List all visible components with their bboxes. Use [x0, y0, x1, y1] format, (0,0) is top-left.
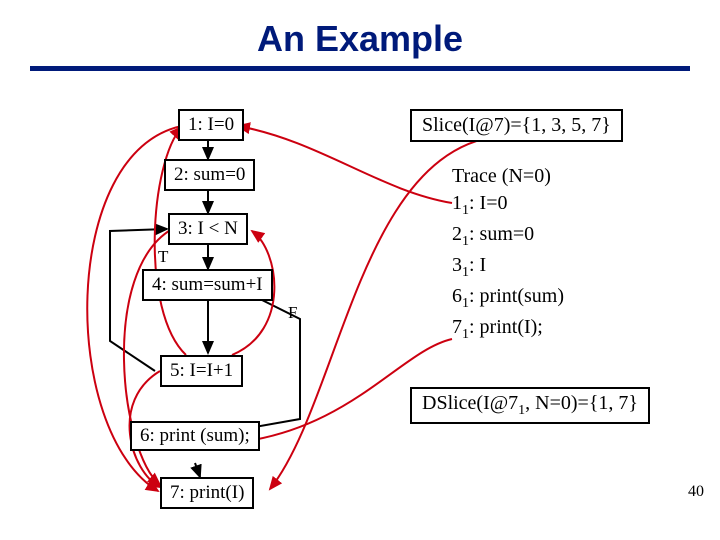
diagram-area: 1: I=0 2: sum=0 3: I < N T 4: sum=sum+I … — [0, 71, 720, 511]
slice-box: Slice(I@7)={1, 3, 5, 7} — [410, 109, 623, 142]
node-2: 2: sum=0 — [164, 159, 255, 191]
label-false: F — [288, 303, 297, 323]
trace-line-2: 31: I — [452, 252, 564, 283]
node-3: 3: I < N — [168, 213, 248, 245]
node-4: 4: sum=sum+I — [142, 269, 273, 301]
slide-title: An Example — [0, 0, 720, 66]
trace-line-1: 21: sum=0 — [452, 221, 564, 252]
trace-line-0: 11: I=0 — [452, 190, 564, 221]
trace-line-3: 61: print(sum) — [452, 283, 564, 314]
page-number: 40 — [688, 483, 704, 501]
node-5: 5: I=I+1 — [160, 355, 243, 387]
node-1: 1: I=0 — [178, 109, 244, 141]
trace-line-4: 71: print(I); — [452, 314, 564, 345]
dslice-box: DSlice(I@71, N=0)={1, 7} — [410, 387, 650, 424]
node-6: 6: print (sum); — [130, 421, 260, 451]
label-true: T — [158, 247, 168, 267]
node-7: 7: print(I) — [160, 477, 254, 509]
trace-header: Trace (N=0) — [452, 163, 564, 190]
trace-block: Trace (N=0) 11: I=0 21: sum=0 31: I 61: … — [452, 163, 564, 344]
